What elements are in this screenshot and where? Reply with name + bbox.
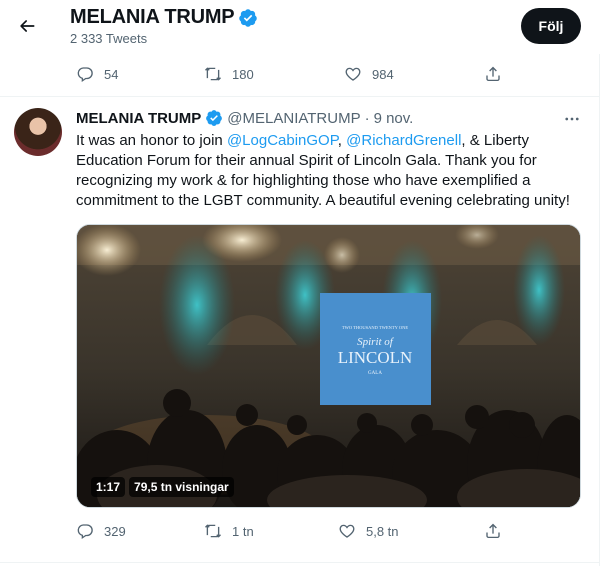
avatar[interactable] <box>14 108 62 156</box>
prev-tweet-actions: 54 180 984 <box>76 62 506 86</box>
tweet-text-part: It was an honor to join <box>76 132 227 149</box>
mention-link[interactable]: @RichardGrenell <box>346 132 461 149</box>
tweet-divider <box>0 562 600 563</box>
like-icon <box>345 67 361 81</box>
screen-text-line1: TWO THOUSAND TWENTY ONE <box>342 325 409 330</box>
video-overlay: 1:17 79,5 tn visningar <box>91 477 234 497</box>
tweet-count: 2 333 Tweets <box>70 31 148 46</box>
reply-button[interactable]: 329 <box>76 522 204 540</box>
verified-badge-icon <box>238 8 258 28</box>
follow-button[interactable]: Följ <box>521 8 581 44</box>
retweet-button[interactable]: 180 <box>204 65 344 83</box>
reply-count: 329 <box>104 523 126 539</box>
timeline-column: MELANIA TRUMP 2 333 Tweets Följ 54 180 9… <box>0 0 600 566</box>
retweet-icon <box>205 67 221 81</box>
tweet-text: It was an honor to join @LogCabinGOP, @R… <box>76 131 588 211</box>
tweet-actions: 329 1 tn 5,8 tn <box>76 519 506 543</box>
author-handle[interactable]: @MELANIATRUMP <box>227 110 360 127</box>
mention-link[interactable]: @LogCabinGOP <box>227 132 338 149</box>
like-icon <box>339 524 355 538</box>
video-duration: 1:17 <box>91 477 126 497</box>
screen-text-line3: LINCOLN <box>338 348 413 367</box>
retweet-icon <box>205 524 221 538</box>
screen-text-line4: GALA <box>368 371 382 376</box>
tweet-video[interactable]: TWO THOUSAND TWENTY ONE Spirit of LINCOL… <box>76 224 581 508</box>
share-icon <box>486 523 500 539</box>
retweet-button[interactable]: 1 tn <box>204 522 338 540</box>
profile-name: MELANIA TRUMP <box>70 6 235 28</box>
reply-icon <box>77 67 93 83</box>
profile-title: MELANIA TRUMP <box>70 6 258 29</box>
share-button[interactable] <box>484 65 502 83</box>
profile-header: MELANIA TRUMP 2 333 Tweets Följ <box>0 0 600 54</box>
reply-count: 54 <box>104 66 119 82</box>
more-button[interactable] <box>561 108 583 130</box>
share-icon <box>486 66 500 82</box>
reply-icon <box>77 524 93 540</box>
tweet-date[interactable]: 9 nov. <box>374 110 414 127</box>
like-count: 5,8 tn <box>366 523 399 539</box>
tweet-divider <box>0 96 600 97</box>
back-button[interactable] <box>10 9 44 43</box>
more-icon <box>565 117 579 121</box>
screen-text-line2: Spirit of <box>357 336 395 348</box>
like-button[interactable]: 984 <box>344 65 484 83</box>
meta-separator: · <box>364 109 370 127</box>
like-count: 984 <box>372 66 394 82</box>
retweet-count: 1 tn <box>232 523 254 539</box>
share-button[interactable] <box>484 522 502 540</box>
reply-button[interactable]: 54 <box>76 65 204 83</box>
video-frame: TWO THOUSAND TWENTY ONE Spirit of LINCOL… <box>77 225 580 507</box>
verified-badge-icon <box>205 109 223 127</box>
tweet-meta: MELANIA TRUMP @MELANIATRUMP · 9 nov. <box>76 109 413 127</box>
back-arrow-icon <box>20 20 35 32</box>
retweet-count: 180 <box>232 66 254 82</box>
like-button[interactable]: 5,8 tn <box>338 522 484 540</box>
tweet-text-part: , <box>337 132 347 149</box>
video-views: 79,5 tn visningar <box>129 477 234 497</box>
author-name[interactable]: MELANIA TRUMP <box>76 110 201 127</box>
